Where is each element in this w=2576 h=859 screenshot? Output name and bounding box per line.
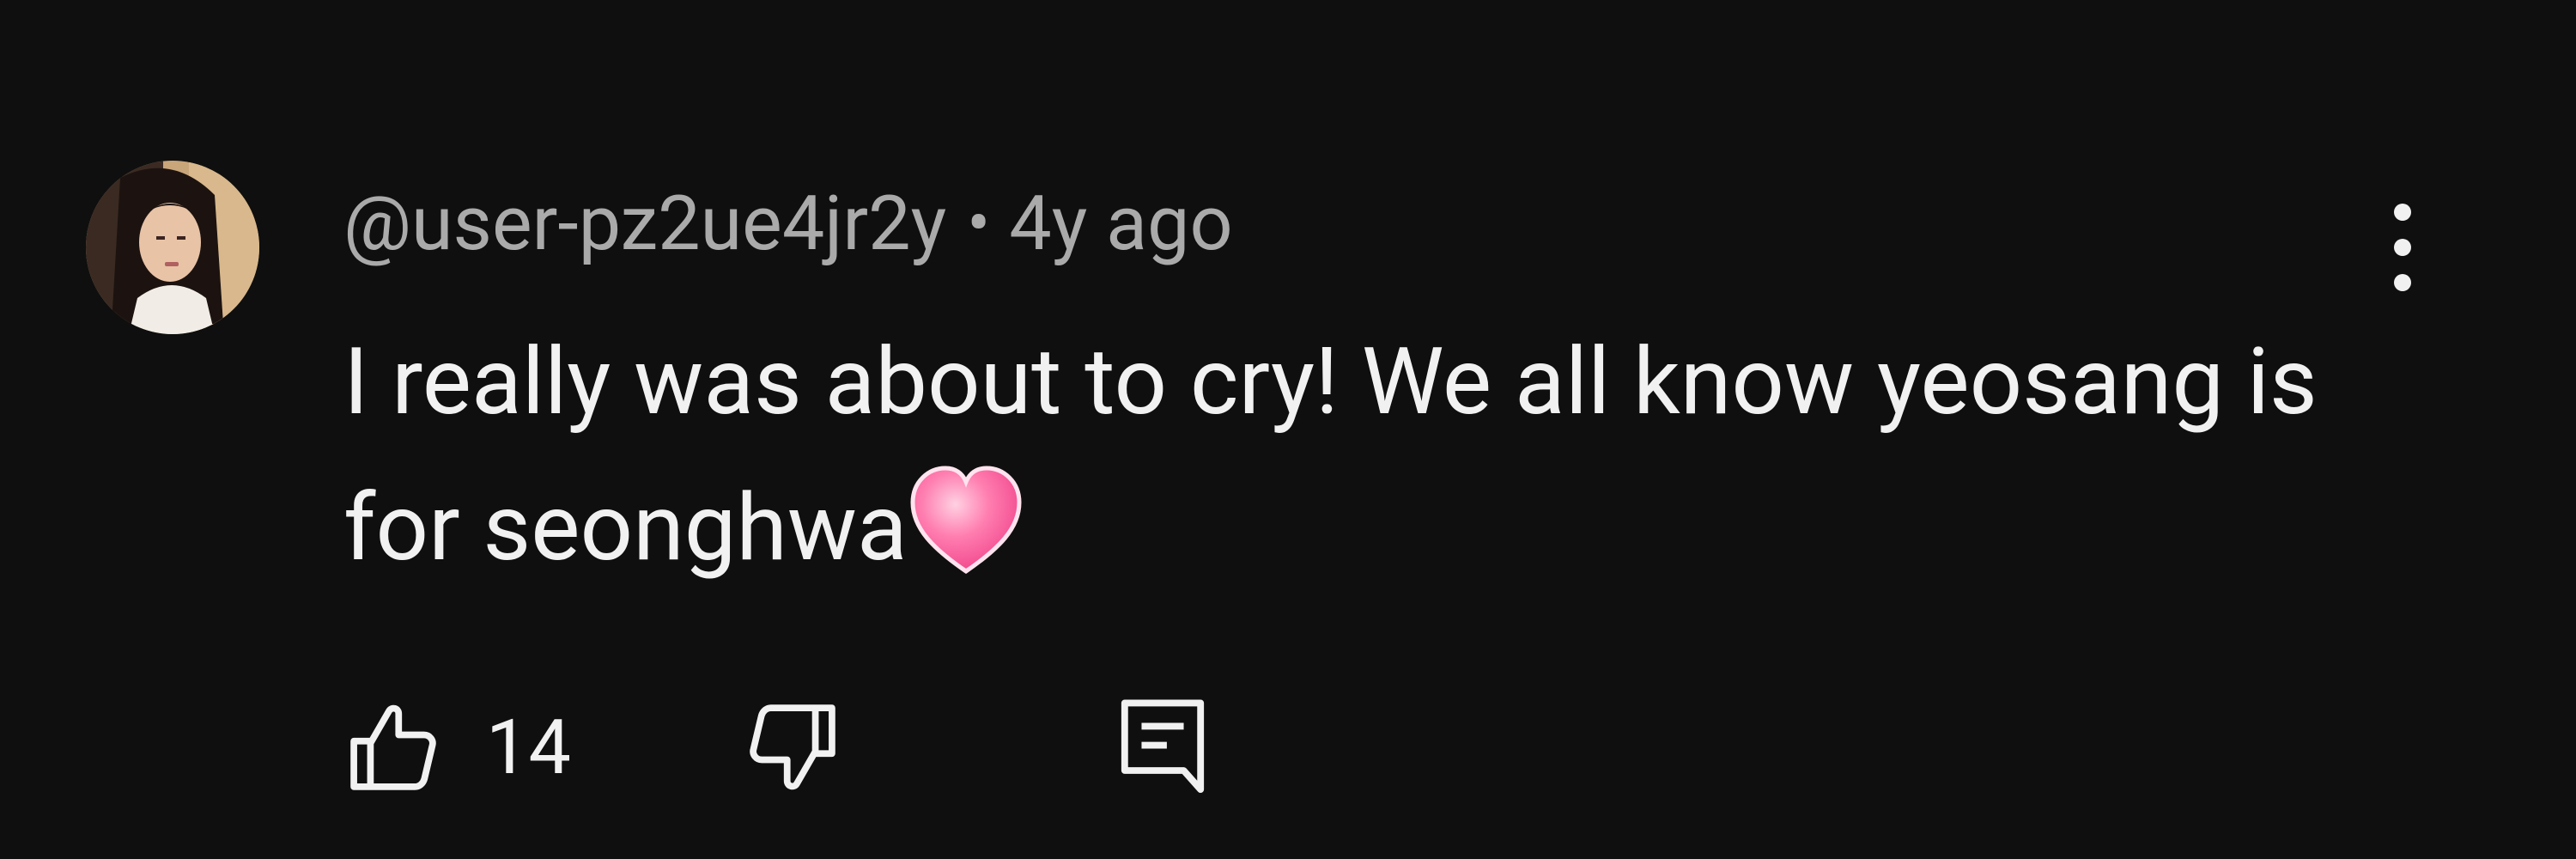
reply-comment-icon bbox=[1121, 699, 1205, 794]
comment-text-content: I really was about to cry! We all know y… bbox=[343, 328, 2341, 582]
meta-separator: • bbox=[967, 183, 991, 264]
thumbs-up-icon bbox=[350, 704, 436, 790]
comment-actions: 14 bbox=[343, 687, 1374, 807]
avatar[interactable] bbox=[86, 161, 259, 334]
dislike-button[interactable] bbox=[743, 687, 842, 807]
username[interactable]: @user-pz2ue4jr2y bbox=[343, 180, 946, 268]
timestamp: 4y ago bbox=[1009, 179, 1233, 268]
like-button[interactable]: 14 bbox=[343, 687, 571, 807]
thumbs-down-icon bbox=[750, 704, 835, 790]
heart-emoji bbox=[908, 465, 1024, 575]
more-vertical-icon bbox=[2394, 204, 2411, 291]
like-count: 14 bbox=[486, 703, 571, 792]
comment-text: I really was about to cry! We all know y… bbox=[343, 309, 2421, 601]
avatar-photo bbox=[86, 161, 259, 334]
comment-meta: @user-pz2ue4jr2y • 4y ago bbox=[343, 176, 1233, 271]
more-options-button[interactable] bbox=[2368, 196, 2437, 299]
reply-button[interactable] bbox=[1116, 687, 1209, 807]
comment-item: @user-pz2ue4jr2y • 4y ago I really was a… bbox=[0, 0, 2576, 859]
